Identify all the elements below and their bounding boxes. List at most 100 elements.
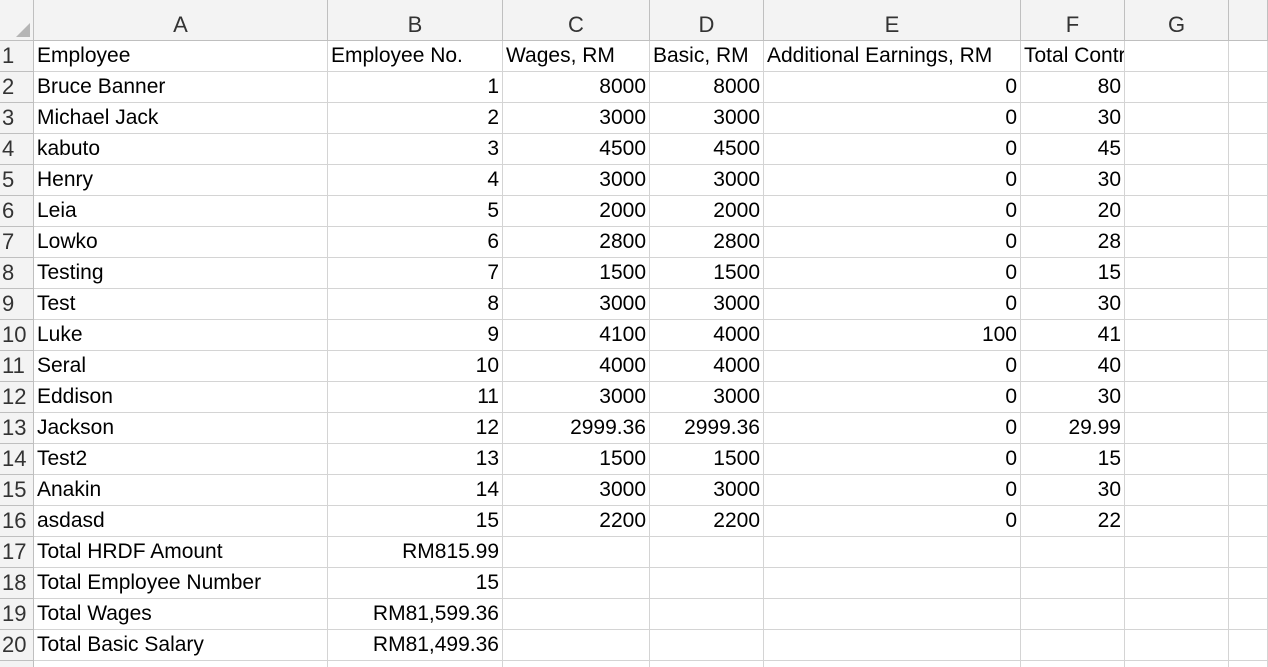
cell-g12[interactable] [1125, 382, 1229, 413]
cell-c1[interactable]: Wages, RM [503, 41, 650, 72]
cell-partial[interactable] [1229, 41, 1268, 72]
cell-a8[interactable]: Testing [34, 258, 328, 289]
cell-a4[interactable]: kabuto [34, 134, 328, 165]
row-header[interactable]: 11 [0, 351, 34, 382]
cell-e4[interactable]: 0 [764, 134, 1021, 165]
cell-b15[interactable]: 14 [328, 475, 503, 506]
cell-partial[interactable] [1229, 506, 1268, 537]
cell-e19[interactable] [764, 599, 1021, 630]
cell-b6[interactable]: 5 [328, 196, 503, 227]
cell-c14[interactable]: 1500 [503, 444, 650, 475]
cell-f5[interactable]: 30 [1021, 165, 1125, 196]
cell-c11[interactable]: 4000 [503, 351, 650, 382]
cell-g8[interactable] [1125, 258, 1229, 289]
cell-g17[interactable] [1125, 537, 1229, 568]
cell-d19[interactable] [650, 599, 764, 630]
cell-b12[interactable]: 11 [328, 382, 503, 413]
cell-b2[interactable]: 1 [328, 72, 503, 103]
cell-d4[interactable]: 4500 [650, 134, 764, 165]
cell-b10[interactable]: 9 [328, 320, 503, 351]
cell-e1[interactable]: Additional Earnings, RM [764, 41, 1021, 72]
cell-d9[interactable]: 3000 [650, 289, 764, 320]
row-header[interactable]: 12 [0, 382, 34, 413]
cell-c15[interactable]: 3000 [503, 475, 650, 506]
cell-f17[interactable] [1021, 537, 1125, 568]
row-header[interactable]: 8 [0, 258, 34, 289]
cell-b8[interactable]: 7 [328, 258, 503, 289]
cell-d15[interactable]: 3000 [650, 475, 764, 506]
cell-d6[interactable]: 2000 [650, 196, 764, 227]
cell-a1[interactable]: Employee [34, 41, 328, 72]
cell-d2[interactable]: 8000 [650, 72, 764, 103]
cell-a7[interactable]: Lowko [34, 227, 328, 258]
cell-f13[interactable]: 29.99 [1021, 413, 1125, 444]
cell-c16[interactable]: 2200 [503, 506, 650, 537]
cell-c8[interactable]: 1500 [503, 258, 650, 289]
cell-b11[interactable]: 10 [328, 351, 503, 382]
cell-c9[interactable]: 3000 [503, 289, 650, 320]
cell-b17[interactable]: RM815.99 [328, 537, 503, 568]
cell-a16[interactable]: asdasd [34, 506, 328, 537]
cell-a10[interactable]: Luke [34, 320, 328, 351]
cell-partial[interactable] [1229, 413, 1268, 444]
row-header[interactable]: 17 [0, 537, 34, 568]
cell-f19[interactable] [1021, 599, 1125, 630]
select-all-button[interactable] [0, 10, 34, 41]
cell-f2[interactable]: 80 [1021, 72, 1125, 103]
cell-a11[interactable]: Seral [34, 351, 328, 382]
cell-b5[interactable]: 4 [328, 165, 503, 196]
row-header[interactable]: 2 [0, 72, 34, 103]
column-header-partial[interactable] [1229, 10, 1268, 41]
cell-g4[interactable] [1125, 134, 1229, 165]
cell-f3[interactable]: 30 [1021, 103, 1125, 134]
row-header[interactable]: 10 [0, 320, 34, 351]
cell-c6[interactable]: 2000 [503, 196, 650, 227]
cell-e18[interactable] [764, 568, 1021, 599]
cell-f14[interactable]: 15 [1021, 444, 1125, 475]
row-header[interactable]: 19 [0, 599, 34, 630]
cell-a3[interactable]: Michael Jack [34, 103, 328, 134]
cell-partial[interactable] [1229, 258, 1268, 289]
column-header-b[interactable]: B [328, 10, 503, 41]
column-header-g[interactable]: G [1125, 10, 1229, 41]
cell-d5[interactable]: 3000 [650, 165, 764, 196]
cell-e14[interactable]: 0 [764, 444, 1021, 475]
row-header[interactable]: 18 [0, 568, 34, 599]
cell-a17[interactable]: Total HRDF Amount [34, 537, 328, 568]
column-header-e[interactable]: E [764, 10, 1021, 41]
cell-e11[interactable]: 0 [764, 351, 1021, 382]
cell-b18[interactable]: 15 [328, 568, 503, 599]
cell-a14[interactable]: Test2 [34, 444, 328, 475]
cell-partial[interactable] [1229, 72, 1268, 103]
column-header-f[interactable]: F [1021, 10, 1125, 41]
cell-d12[interactable]: 3000 [650, 382, 764, 413]
cell-c10[interactable]: 4100 [503, 320, 650, 351]
cell-b3[interactable]: 2 [328, 103, 503, 134]
cell-c12[interactable]: 3000 [503, 382, 650, 413]
cell-a5[interactable]: Henry [34, 165, 328, 196]
cell-e6[interactable]: 0 [764, 196, 1021, 227]
cell-d17[interactable] [650, 537, 764, 568]
cell-b19[interactable]: RM81,599.36 [328, 599, 503, 630]
cell-f12[interactable]: 30 [1021, 382, 1125, 413]
cell-a12[interactable]: Eddison [34, 382, 328, 413]
cell-g3[interactable] [1125, 103, 1229, 134]
cell-f1[interactable]: Total Contribution, RM [1021, 41, 1125, 72]
cell-e13[interactable]: 0 [764, 413, 1021, 444]
row-header[interactable]: 20 [0, 630, 34, 661]
row-header[interactable]: 3 [0, 103, 34, 134]
cell-a15[interactable]: Anakin [34, 475, 328, 506]
cell-g11[interactable] [1125, 351, 1229, 382]
cell-partial[interactable] [1229, 289, 1268, 320]
cell-g14[interactable] [1125, 444, 1229, 475]
cell-c19[interactable] [503, 599, 650, 630]
cell-g15[interactable] [1125, 475, 1229, 506]
cell-partial[interactable] [1229, 103, 1268, 134]
cell-f10[interactable]: 41 [1021, 320, 1125, 351]
cell-d3[interactable]: 3000 [650, 103, 764, 134]
cell-a13[interactable]: Jackson [34, 413, 328, 444]
cell-partial[interactable] [1229, 599, 1268, 630]
cell-g18[interactable] [1125, 568, 1229, 599]
cell-c17[interactable] [503, 537, 650, 568]
cell-e2[interactable]: 0 [764, 72, 1021, 103]
